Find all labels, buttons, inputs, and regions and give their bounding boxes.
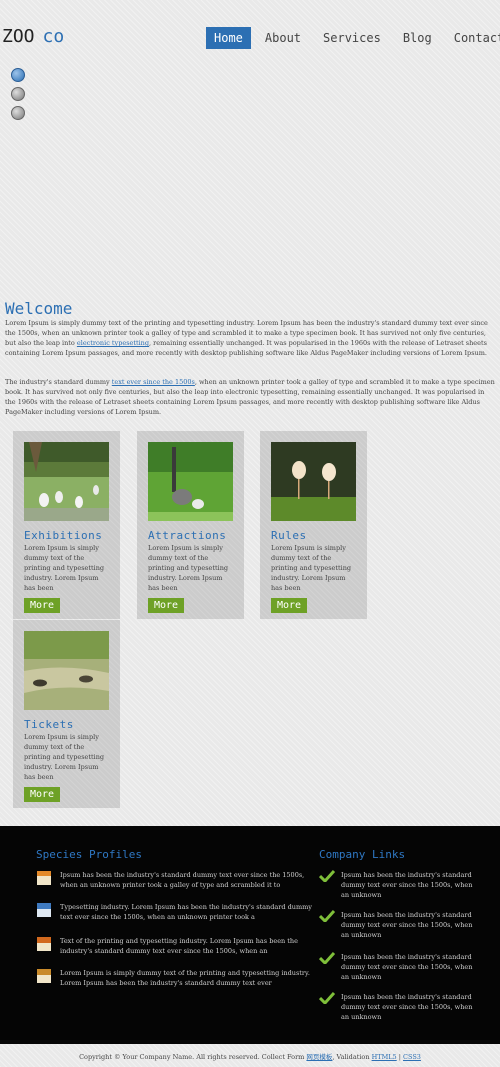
site-logo[interactable]: ZOO co <box>2 26 64 47</box>
species-item-text: Text of the printing and typesetting ind… <box>60 937 298 955</box>
more-button[interactable]: More <box>148 598 184 613</box>
attractions-photo <box>148 442 233 521</box>
nav-home[interactable]: Home <box>206 27 251 49</box>
slider-dot-1[interactable] <box>11 68 25 82</box>
species-item-text: Typesetting industry. Lorem Ipsum has be… <box>60 903 312 921</box>
checkmark-icon <box>319 952 335 964</box>
card-title: Exhibitions <box>24 529 103 542</box>
tickets-photo <box>24 631 109 710</box>
electronic-typesetting-link[interactable]: electronic typesetting <box>77 339 149 347</box>
nav-services[interactable]: Services <box>315 27 389 49</box>
rules-photo <box>271 442 356 521</box>
card-title: Attractions <box>148 529 227 542</box>
php-file-icon <box>37 969 51 983</box>
card-text: Lorem Ipsum is simply dummy text of the … <box>148 544 229 592</box>
css-file-icon <box>37 903 51 917</box>
company-link-text: Ipsum has been the industry's standard d… <box>341 953 473 981</box>
species-profiles-heading: Species Profiles <box>36 848 142 861</box>
footer: Species Profiles Ipsum has been the indu… <box>0 826 500 1044</box>
species-item-text: Lorem Ipsum is simply dummy text of the … <box>60 969 310 987</box>
css3-link[interactable]: CSS3 <box>403 1053 421 1061</box>
nav-blog[interactable]: Blog <box>395 27 440 49</box>
exhibitions-photo <box>24 442 109 521</box>
card-text: Lorem Ipsum is simply dummy text of the … <box>24 733 105 781</box>
card-title: Tickets <box>24 718 74 731</box>
company-links-heading: Company Links <box>319 848 406 861</box>
company-link-text: Ipsum has been the industry's standard d… <box>341 871 473 899</box>
company-link-text: Ipsum has been the industry's standard d… <box>341 993 473 1021</box>
nav-contact[interactable]: Contact <box>446 27 500 49</box>
checkmark-icon <box>319 992 335 1004</box>
document-icon <box>37 871 51 885</box>
more-button[interactable]: More <box>271 598 307 613</box>
card-title: Rules <box>271 529 307 542</box>
html5-link[interactable]: HTML5 <box>372 1053 397 1061</box>
copyright-bar: Copyright © Your Company Name. All right… <box>79 1053 421 1061</box>
logo-sub-text: co <box>42 26 65 47</box>
more-button[interactable]: More <box>24 787 60 802</box>
welcome-paragraph-1: Lorem Ipsum is simply dummy text of the … <box>5 319 488 357</box>
card-attractions: Attractions Lorem Ipsum is simply dummy … <box>137 431 244 619</box>
checkmark-icon <box>319 870 335 882</box>
company-link-text: Ipsum has been the industry's standard d… <box>341 911 473 939</box>
main-nav: Home About Services Blog Contact <box>206 27 500 49</box>
slider-dot-2[interactable] <box>11 87 25 101</box>
text-since-1500s-link[interactable]: text ever since the 1500s <box>112 378 195 386</box>
nav-about[interactable]: About <box>257 27 309 49</box>
html-file-icon <box>37 937 51 951</box>
checkmark-icon <box>319 910 335 922</box>
slider-dot-3[interactable] <box>11 106 25 120</box>
card-exhibitions: Exhibitions Lorem Ipsum is simply dummy … <box>13 431 120 619</box>
more-button[interactable]: More <box>24 598 60 613</box>
template-link[interactable]: 网页模板 <box>306 1053 332 1061</box>
welcome-paragraph-2: The industry's standard dummy text ever … <box>5 378 495 416</box>
logo-main-text: ZOO <box>2 26 35 47</box>
species-item-text: Ipsum has been the industry's standard d… <box>60 871 305 889</box>
card-text: Lorem Ipsum is simply dummy text of the … <box>24 544 105 592</box>
slider-pagination <box>11 68 25 125</box>
card-tickets: Tickets Lorem Ipsum is simply dummy text… <box>13 620 120 808</box>
card-text: Lorem Ipsum is simply dummy text of the … <box>271 544 352 592</box>
card-rules: Rules Lorem Ipsum is simply dummy text o… <box>260 431 367 619</box>
welcome-heading: Welcome <box>5 299 73 318</box>
